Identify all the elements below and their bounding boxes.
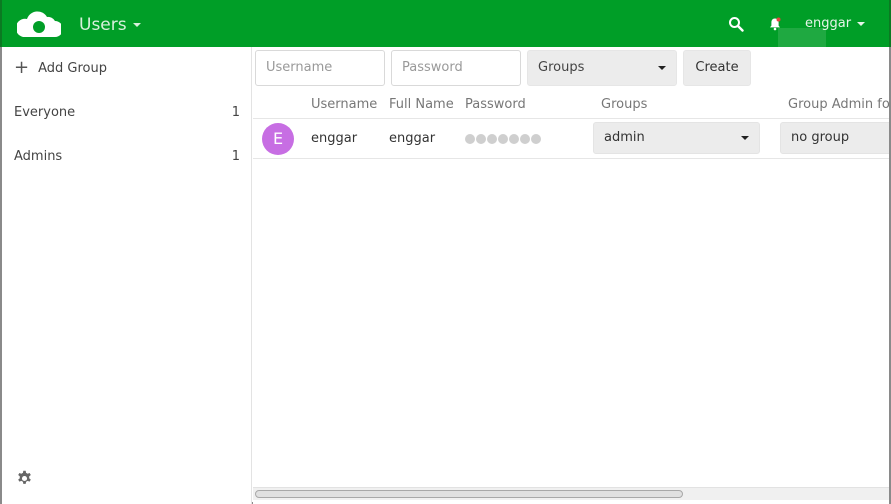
sidebar: + Add Group Everyone 1 Admins 1 [2,47,252,504]
table-header: Username Full Name Password Groups Group… [253,93,889,119]
group-count: 1 [231,105,240,120]
sidebar-item-admins[interactable]: Admins 1 [14,149,240,164]
groups-select[interactable]: Groups [527,50,677,86]
cloud-logo-icon[interactable] [17,9,61,39]
password-dot [476,134,486,144]
users-main: Username Password Groups Create Username… [253,47,889,504]
sidebar-item-everyone[interactable]: Everyone 1 [14,105,240,120]
groups-cell-value: admin [604,130,645,145]
table-row: E enggar enggar admin no group [253,119,889,159]
column-header[interactable]: Full Name [389,97,454,112]
column-header[interactable]: Password [465,97,526,112]
gear-icon[interactable] [16,470,33,487]
password-dot [531,134,541,144]
password-dot [520,134,530,144]
chevron-down-icon [741,136,749,140]
user-menu[interactable]: enggar [805,16,866,31]
scrollbar-thumb[interactable] [255,490,683,498]
chevron-down-icon [857,21,866,26]
column-header[interactable]: Group Admin for [788,97,889,112]
password-input[interactable]: Password [391,50,521,86]
group-name: Admins [14,149,63,164]
add-group-label: Add Group [38,60,107,76]
group-name: Everyone [14,105,76,120]
username-input[interactable]: Username [255,50,385,86]
password-cell[interactable] [465,134,541,144]
password-dot [487,134,497,144]
password-dot [465,134,475,144]
app-menu-toggle[interactable]: Users [79,15,141,35]
group-admin-select[interactable]: no group [780,122,889,154]
groups-select-label: Groups [538,60,585,75]
horizontal-scrollbar[interactable] [253,487,889,500]
user-name: enggar [805,16,852,31]
column-header[interactable]: Username [311,97,377,112]
chevron-down-icon [132,23,141,27]
password-dot [498,134,508,144]
column-header[interactable]: Groups [601,97,647,112]
plus-icon: + [14,57,30,78]
app-title: Users [79,15,127,35]
group-admin-value: no group [791,130,850,145]
group-count: 1 [231,149,240,164]
avatar: E [262,123,294,155]
full-name-cell[interactable]: enggar [389,131,435,146]
username-cell: enggar [311,131,358,146]
bell-icon[interactable] [768,17,782,31]
chevron-down-icon [658,66,666,70]
password-dot [509,134,519,144]
create-button[interactable]: Create [683,50,751,86]
add-group-button[interactable]: + Add Group [14,57,107,78]
groups-cell-select[interactable]: admin [593,122,760,154]
app-header: Users enggar [0,0,891,56]
search-icon[interactable] [728,16,744,32]
